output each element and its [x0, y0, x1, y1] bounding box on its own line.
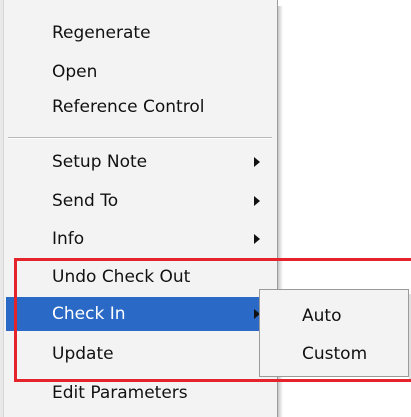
screenshot-stage: Regenerate Open Reference Control Setup … — [0, 0, 411, 417]
menu-separator — [8, 137, 272, 139]
menu-item-label: Reference Control — [52, 97, 205, 117]
menu-item-label: Update — [52, 344, 114, 364]
menu-item-reference-control[interactable]: Reference Control — [6, 90, 274, 124]
menu-item-label: Edit Parameters — [52, 383, 188, 403]
menu-gutter — [0, 0, 4, 417]
menu-item-label: Setup Note — [52, 152, 148, 172]
menu-item-setup-note[interactable]: Setup Note — [6, 145, 274, 179]
check-in-submenu: Auto Custom — [259, 289, 409, 377]
submenu-item-label: Auto — [302, 306, 342, 326]
menu-item-edit-parameters[interactable]: Edit Parameters — [6, 376, 274, 410]
menu-item-update[interactable]: Update — [6, 337, 274, 371]
submenu-item-custom[interactable]: Custom — [260, 336, 408, 372]
submenu-arrow-icon — [254, 234, 260, 244]
submenu-item-auto[interactable]: Auto — [260, 298, 408, 334]
submenu-arrow-icon — [254, 196, 260, 206]
menu-item-send-to[interactable]: Send To — [6, 184, 274, 218]
menu-item-undo-check-out[interactable]: Undo Check Out — [6, 260, 274, 294]
menu-item-label: Info — [52, 229, 85, 249]
menu-item-label: Check In — [52, 304, 126, 324]
submenu-item-label: Custom — [302, 344, 368, 364]
menu-item-label: Regenerate — [52, 23, 151, 43]
menu-item-regenerate[interactable]: Regenerate — [6, 16, 274, 50]
menu-item-label: Undo Check Out — [52, 267, 191, 287]
context-menu: Regenerate Open Reference Control Setup … — [0, 0, 278, 417]
menu-item-check-in[interactable]: Check In — [6, 297, 274, 331]
menu-item-label: Send To — [52, 191, 119, 211]
menu-item-open[interactable]: Open — [6, 55, 274, 89]
menu-item-label: Open — [52, 62, 98, 82]
submenu-arrow-icon — [254, 157, 260, 167]
menu-item-info[interactable]: Info — [6, 222, 274, 256]
